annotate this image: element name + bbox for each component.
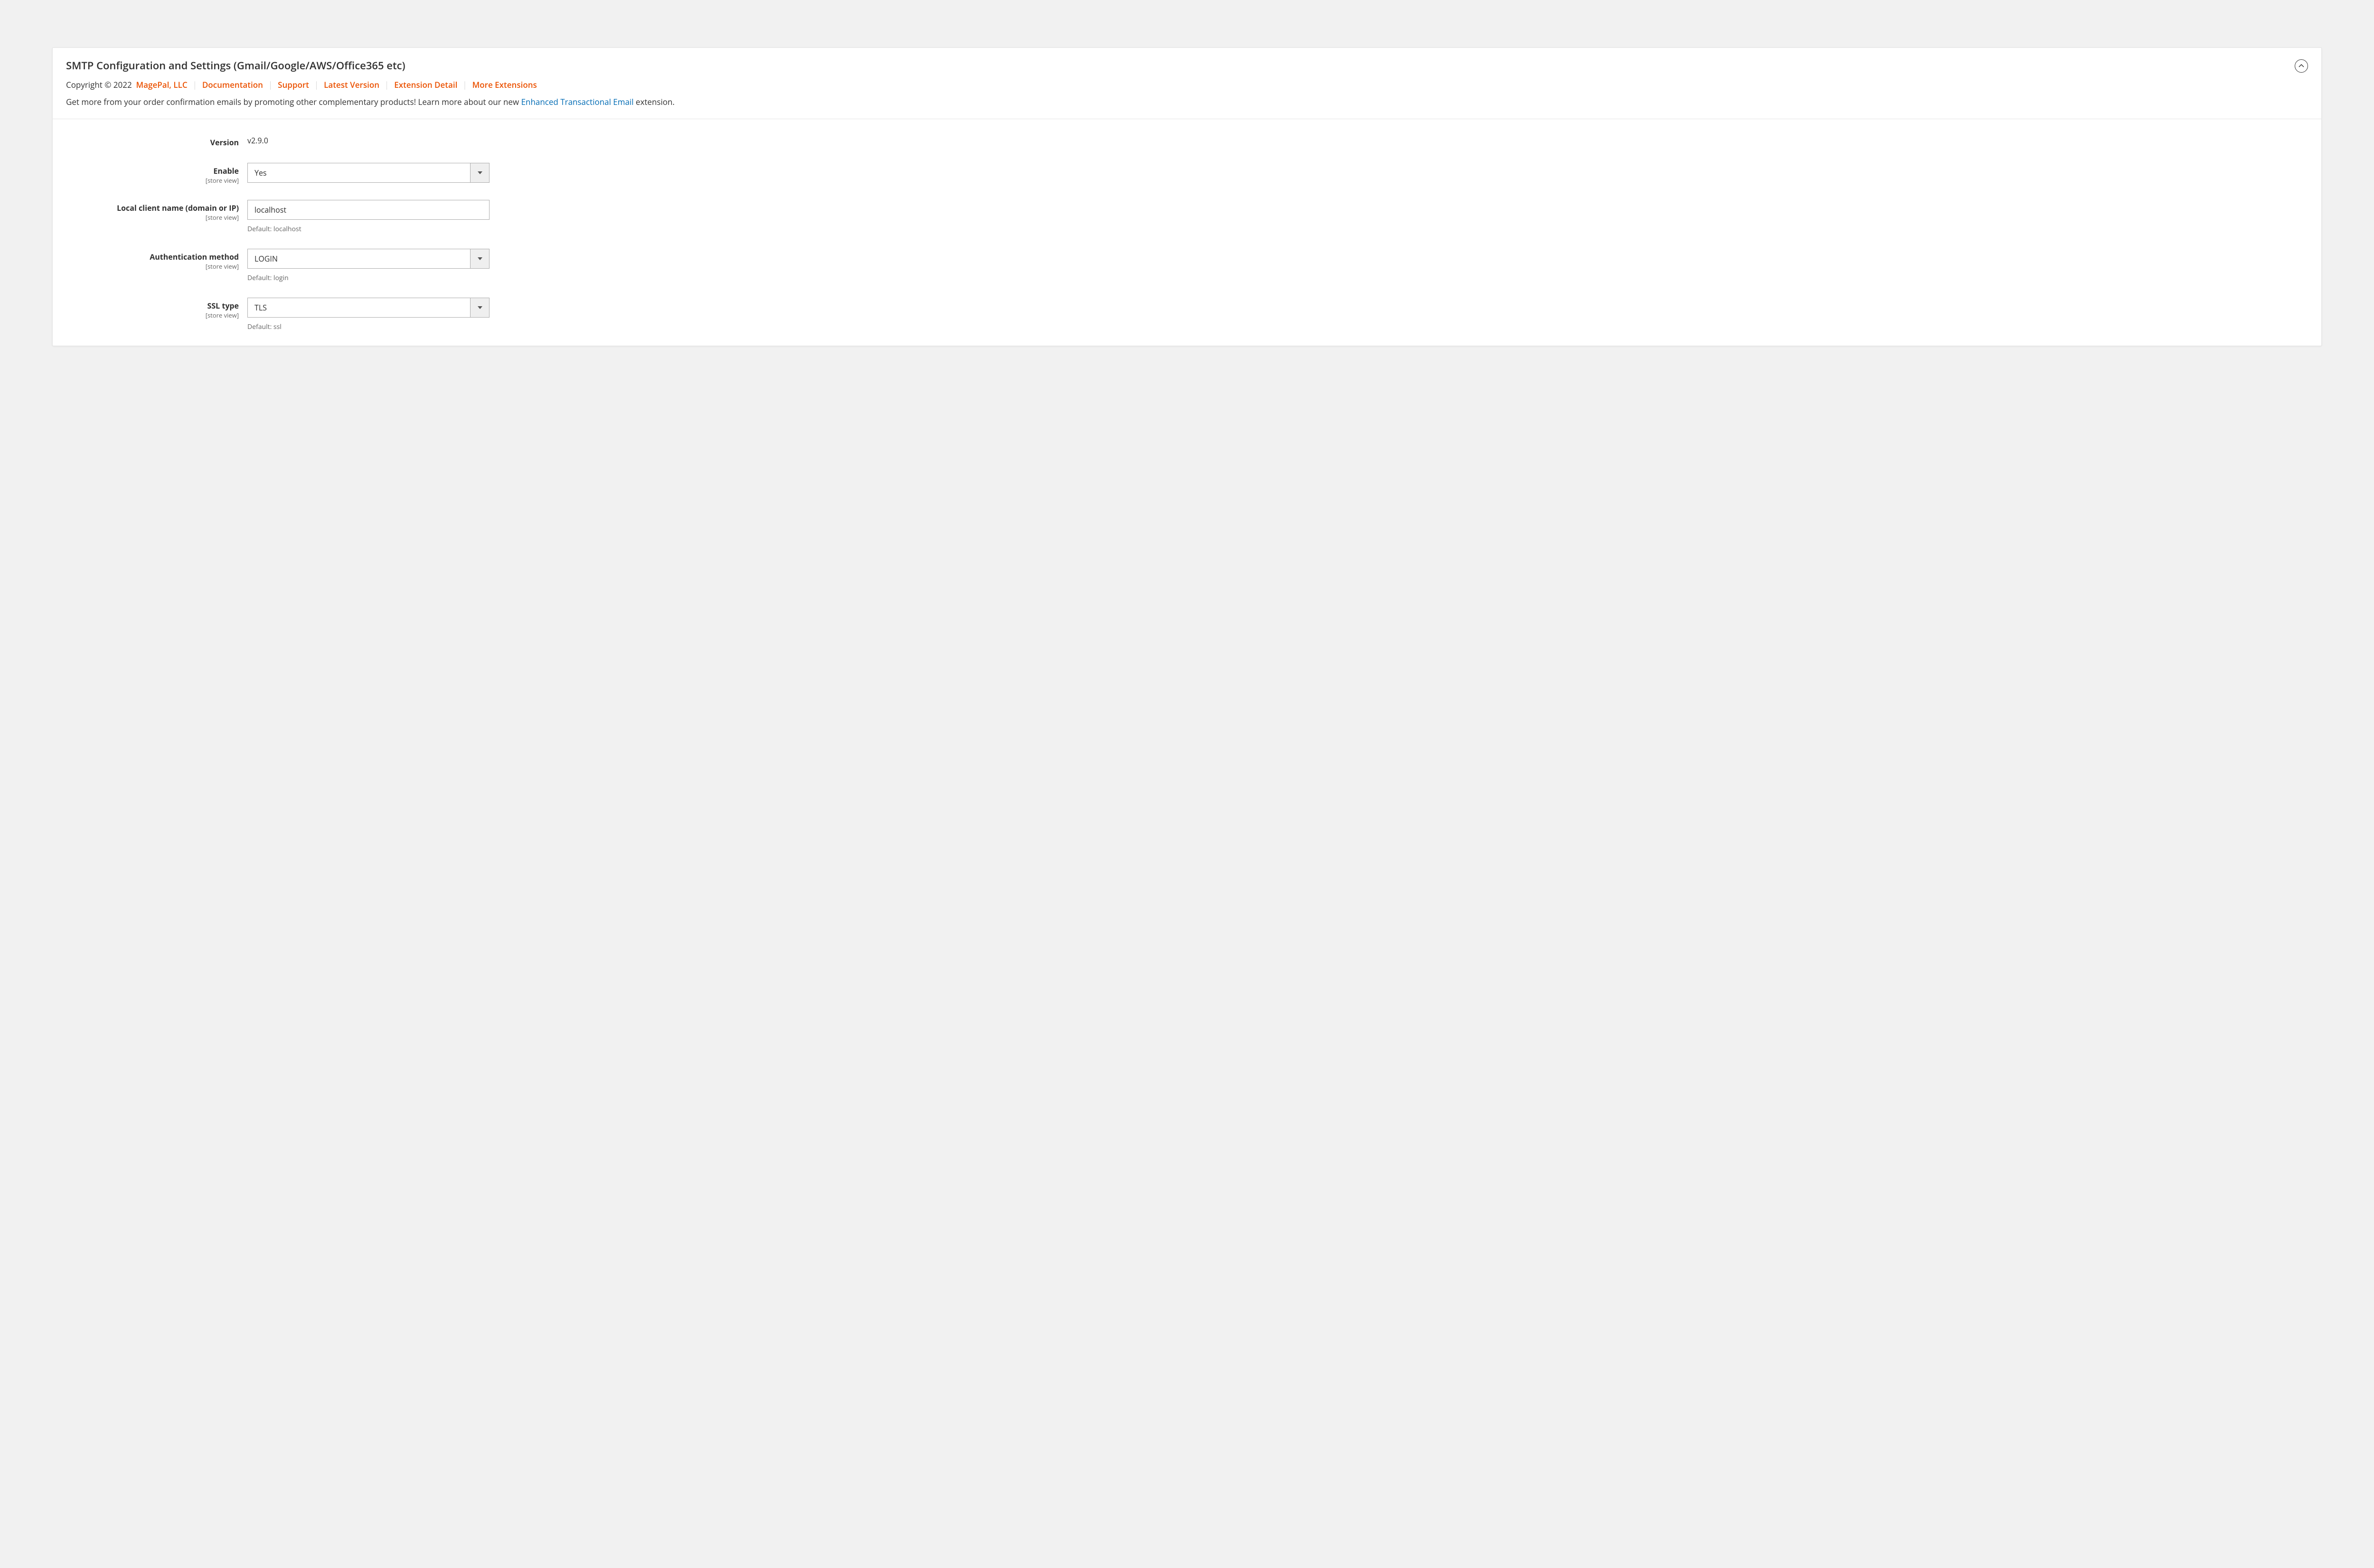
scope-auth-method: [store view] (66, 262, 239, 271)
version-value: v2.9.0 (247, 134, 490, 146)
row-enable: Enable [store view] Yes (66, 163, 2308, 185)
chevron-down-icon (470, 298, 489, 317)
smtp-config-panel: SMTP Configuration and Settings (Gmail/G… (52, 47, 2322, 346)
label-local-client: Local client name (domain or IP) (66, 203, 239, 213)
more-extensions-link[interactable]: More Extensions (472, 79, 537, 90)
note-ssl-type: Default: ssl (247, 322, 490, 331)
auth-method-select[interactable]: LOGIN (247, 249, 490, 269)
company-link[interactable]: MagePal, LLC (136, 79, 188, 90)
row-ssl-type: SSL type [store view] TLS Default: ssl (66, 298, 2308, 331)
enhanced-email-link[interactable]: Enhanced Transactional Email (521, 96, 634, 107)
enable-select[interactable]: Yes (247, 163, 490, 183)
ssl-type-select-value: TLS (248, 302, 470, 313)
chevron-down-icon (470, 249, 489, 268)
collapse-toggle-button[interactable] (2295, 59, 2308, 73)
panel-header: SMTP Configuration and Settings (Gmail/G… (53, 48, 2321, 119)
latest-version-link[interactable]: Latest Version (324, 79, 379, 90)
meta-row: Copyright © 2022 MagePal, LLC|Documentat… (66, 79, 2308, 90)
chevron-up-icon (2299, 63, 2304, 69)
documentation-link[interactable]: Documentation (202, 79, 263, 90)
promo-text: Get more from your order confirmation em… (66, 96, 2308, 108)
enable-select-value: Yes (248, 168, 470, 178)
label-auth-method: Authentication method (66, 252, 239, 262)
label-enable: Enable (66, 166, 239, 176)
support-link[interactable]: Support (278, 79, 309, 90)
copyright-text: Copyright © 2022 (66, 79, 132, 90)
panel-title: SMTP Configuration and Settings (Gmail/G… (66, 58, 2308, 73)
row-local-client: Local client name (domain or IP) [store … (66, 200, 2308, 234)
label-version: Version (66, 137, 239, 148)
ssl-type-select[interactable]: TLS (247, 298, 490, 318)
note-auth-method: Default: login (247, 273, 490, 282)
label-ssl-type: SSL type (66, 300, 239, 311)
row-auth-method: Authentication method [store view] LOGIN… (66, 249, 2308, 282)
note-local-client: Default: localhost (247, 225, 490, 234)
auth-method-select-value: LOGIN (248, 254, 470, 264)
scope-ssl-type: [store view] (66, 311, 239, 319)
scope-enable: [store view] (66, 176, 239, 185)
row-version: Version v2.9.0 (66, 134, 2308, 148)
form-body: Version v2.9.0 Enable [store view] Yes L… (53, 119, 2321, 346)
local-client-input[interactable] (247, 200, 490, 220)
chevron-down-icon (470, 163, 489, 182)
scope-local-client: [store view] (66, 213, 239, 222)
extension-detail-link[interactable]: Extension Detail (394, 79, 457, 90)
